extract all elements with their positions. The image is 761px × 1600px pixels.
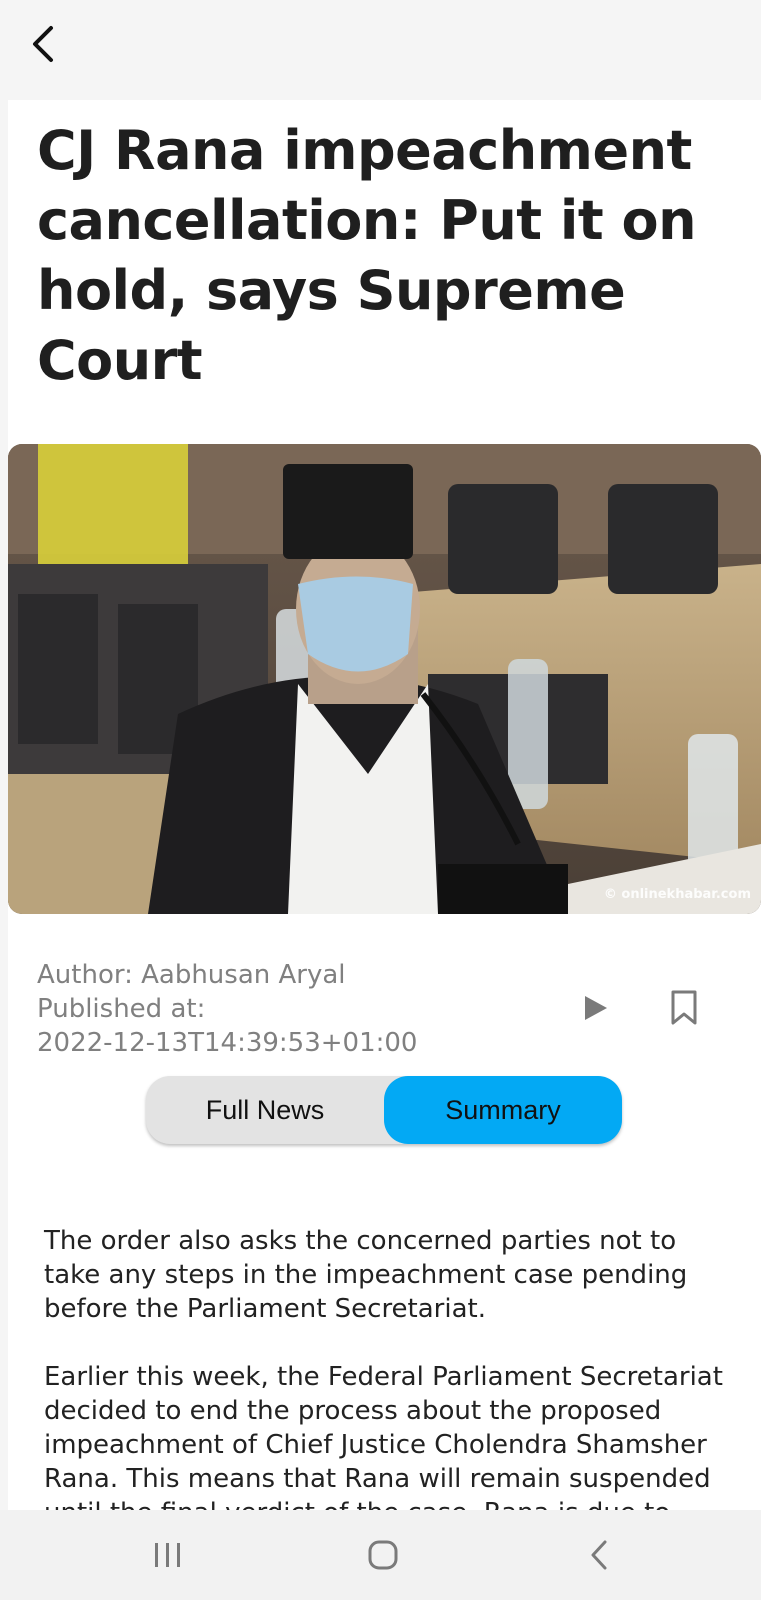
chevron-left-icon bbox=[33, 26, 53, 62]
published-label: Published at: bbox=[37, 994, 206, 1024]
home-icon bbox=[368, 1540, 398, 1570]
bookmark-icon bbox=[671, 990, 697, 1025]
article-body: The order also asks the concerned partie… bbox=[44, 1224, 734, 1510]
recents-icon bbox=[155, 1543, 180, 1567]
author-line: Author: Aabhusan Aryal bbox=[37, 960, 346, 990]
back-icon bbox=[591, 1540, 607, 1570]
system-navigation-bar bbox=[0, 1510, 761, 1600]
article-meta: Author: Aabhusan Aryal Published at: 202… bbox=[37, 958, 457, 1060]
article-paragraph: The order also asks the concerned partie… bbox=[44, 1226, 688, 1324]
recents-button[interactable] bbox=[143, 1530, 193, 1580]
home-button[interactable] bbox=[358, 1530, 408, 1580]
back-button[interactable] bbox=[22, 22, 66, 66]
article-paragraph: Earlier this week, the Federal Parliamen… bbox=[44, 1362, 723, 1510]
play-icon bbox=[585, 996, 607, 1020]
system-back-button[interactable] bbox=[574, 1530, 624, 1580]
view-mode-toggle: Full News Summary bbox=[146, 1076, 622, 1144]
full-news-tab[interactable]: Full News bbox=[146, 1076, 384, 1144]
play-button[interactable] bbox=[576, 988, 616, 1028]
article-card: CJ Rana impeachment cancellation: Put it… bbox=[8, 100, 761, 1510]
article-title: CJ Rana impeachment cancellation: Put it… bbox=[37, 119, 697, 392]
published-value: 2022-12-13T14:39:53+01:00 bbox=[37, 1028, 418, 1058]
article-image: © onlinekhabar.com bbox=[8, 444, 761, 914]
image-watermark: © onlinekhabar.com bbox=[603, 887, 751, 902]
summary-tab[interactable]: Summary bbox=[384, 1076, 622, 1144]
bookmark-button[interactable] bbox=[664, 988, 704, 1028]
top-app-bar bbox=[0, 0, 761, 92]
